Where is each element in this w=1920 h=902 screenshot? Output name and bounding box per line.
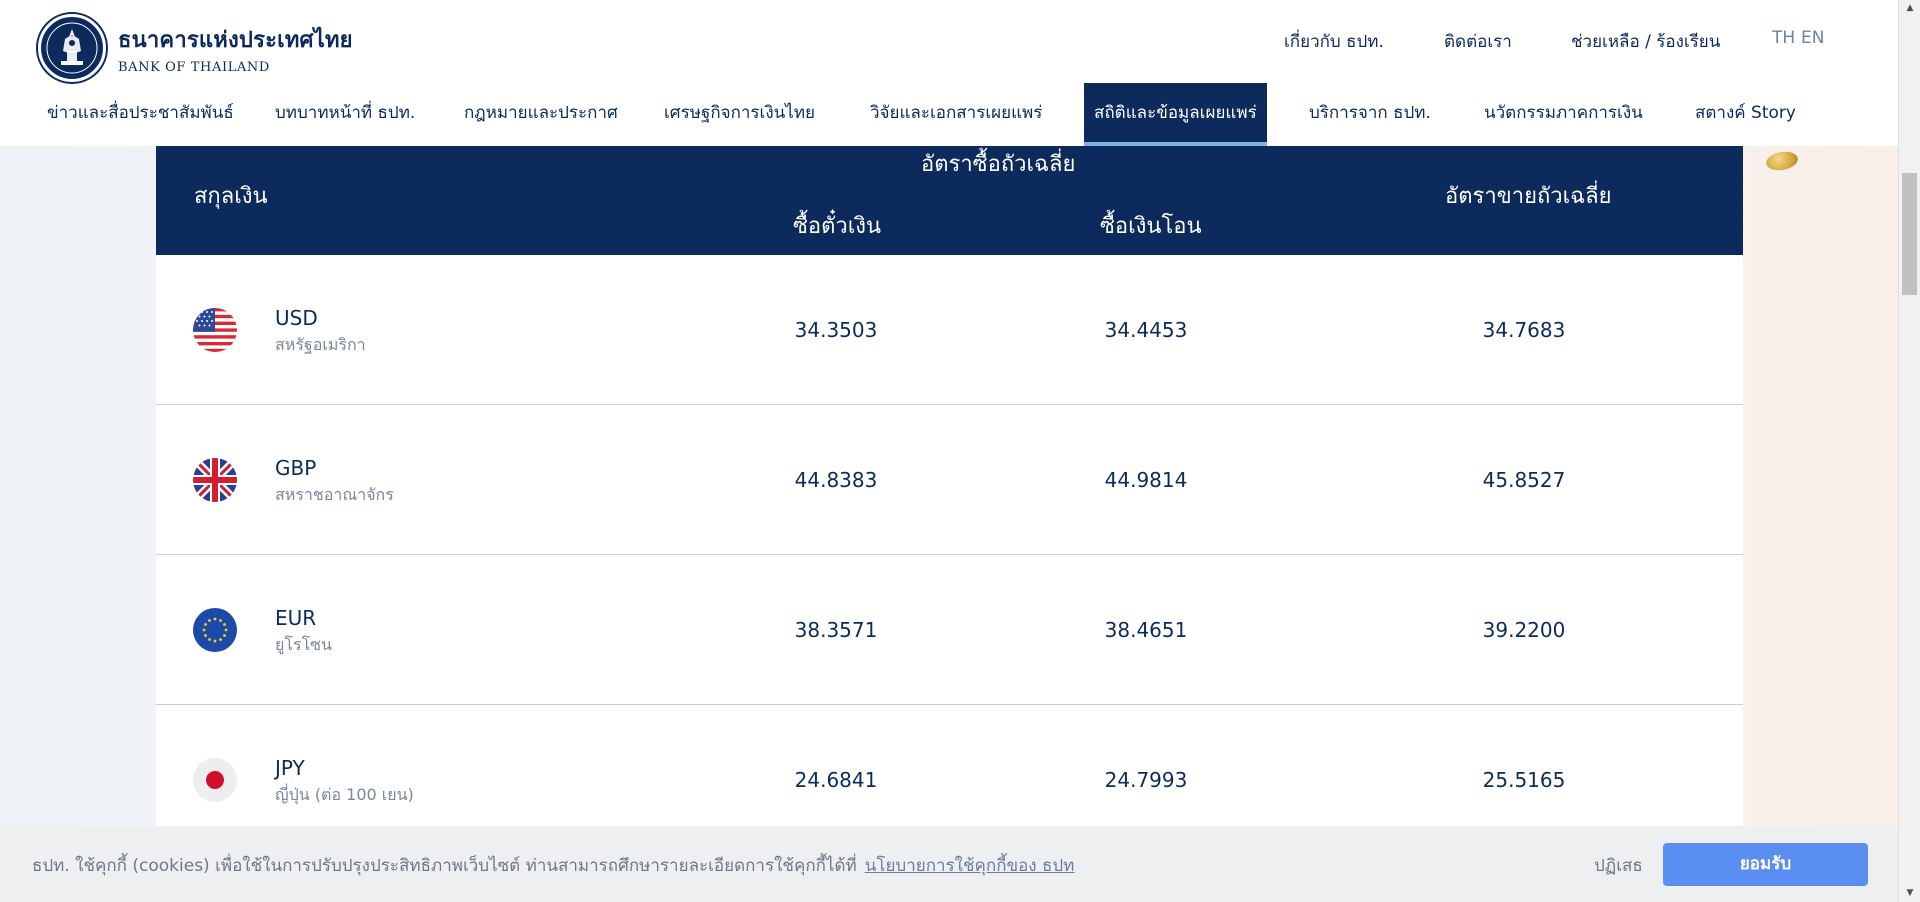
top-link-about[interactable]: เกี่ยวกับ ธปท. — [1284, 28, 1384, 55]
currency-code: USD — [275, 306, 318, 330]
transfer-rate: 44.9814 — [1104, 468, 1188, 492]
header-avg-selling: อัตราขายถัวเฉลี่ย — [1445, 184, 1612, 209]
header-currency: สกุลเงิน — [194, 184, 268, 209]
lang-th-link[interactable]: TH — [1772, 28, 1795, 48]
selling-rate: 34.7683 — [1482, 318, 1566, 342]
sight-bill-rate: 34.3503 — [794, 318, 878, 342]
eu-flag-icon — [193, 607, 237, 652]
cookie-policy-link[interactable]: นโยบายการใช้คุกกี้ของ ธปท — [865, 856, 1075, 876]
sight-bill-rate: 44.8383 — [794, 468, 878, 492]
main-nav: ข่าวและสื่อประชาสัมพันธ์ บทบาทหน้าที่ ธป… — [0, 83, 1898, 146]
table-row: EUR ยูโรโซน 38.3571 38.4651 39.2200 — [156, 555, 1743, 705]
table-header: สกุลเงิน อัตราซื้อถัวเฉลี่ย ซื้อตั๋วเงิน… — [156, 146, 1743, 255]
currency-code: EUR — [275, 606, 317, 630]
top-link-contact[interactable]: ติดต่อเรา — [1444, 28, 1512, 55]
transfer-rate: 24.7993 — [1104, 768, 1188, 792]
currency-name: สหราชอาณาจักร — [275, 485, 394, 504]
logo-english-text: BANK OF THAILAND — [118, 59, 270, 75]
header-avg-buying: อัตราซื้อถัวเฉลี่ย — [921, 152, 1076, 177]
nav-item-economy[interactable]: เศรษฐกิจการเงินไทย — [664, 83, 815, 143]
cookie-decline-button[interactable]: ปฏิเสธ — [1594, 852, 1643, 879]
table-row: GBP สหราชอาณาจักร 44.8383 44.9814 45.852… — [156, 405, 1743, 555]
transfer-rate: 34.4453 — [1104, 318, 1188, 342]
currency-code: JPY — [275, 756, 305, 780]
bot-logo[interactable]: ธนาคารแห่งประเทศไทย BANK OF THAILAND — [38, 14, 353, 82]
nav-item-research[interactable]: วิจัยและเอกสารเผยแพร่ — [870, 83, 1042, 143]
nav-item-innovation[interactable]: นวัตกรรมภาคการเงิน — [1484, 83, 1643, 143]
currency-name: ยูโรโซน — [275, 635, 332, 654]
selling-rate: 45.8527 — [1482, 468, 1566, 492]
top-link-help[interactable]: ช่วยเหลือ / ร้องเรียน — [1571, 28, 1720, 55]
selling-rate: 39.2200 — [1482, 618, 1566, 642]
cookie-banner: ธปท. ใช้คุกกี้ (cookies) เพื่อใช้ในการปร… — [0, 826, 1898, 902]
jp-flag-icon — [193, 758, 237, 802]
us-flag-icon — [193, 307, 237, 352]
nav-item-services[interactable]: บริการจาก ธปท. — [1309, 83, 1431, 143]
cookie-message: ธปท. ใช้คุกกี้ (cookies) เพื่อใช้ในการปร… — [32, 852, 1074, 879]
exchange-rate-table: สกุลเงิน อัตราซื้อถัวเฉลี่ย ซื้อตั๋วเงิน… — [156, 146, 1743, 826]
bot-emblem-icon — [38, 14, 106, 82]
scroll-up-icon[interactable]: ▲ — [1899, 0, 1920, 17]
sight-bill-rate: 24.6841 — [794, 768, 878, 792]
currency-name: สหรัฐอเมริกา — [275, 335, 366, 354]
sight-bill-rate: 38.3571 — [794, 618, 878, 642]
logo-thai-text: ธนาคารแห่งประเทศไทย — [118, 27, 353, 53]
nav-item-news[interactable]: ข่าวและสื่อประชาสัมพันธ์ — [47, 83, 234, 143]
site-header: ธนาคารแห่งประเทศไทย BANK OF THAILAND เกี… — [0, 0, 1898, 146]
transfer-rate: 38.4651 — [1104, 618, 1188, 642]
page-scrollbar[interactable]: ▲ ▼ — [1898, 0, 1920, 902]
currency-code: GBP — [275, 456, 317, 480]
cookie-text: ธปท. ใช้คุกกี้ (cookies) เพื่อใช้ในการปร… — [32, 856, 857, 876]
selling-rate: 25.5165 — [1482, 768, 1566, 792]
nav-item-satang-story[interactable]: สตางค์ Story — [1695, 83, 1796, 143]
cookie-accept-button[interactable]: ยอมรับ — [1663, 843, 1868, 886]
header-transfer: ซื้อเงินโอน — [1100, 214, 1202, 239]
coin-decoration-icon — [1764, 149, 1800, 173]
scroll-down-icon[interactable]: ▼ — [1899, 885, 1920, 902]
nav-item-roles[interactable]: บทบาทหน้าที่ ธปท. — [275, 83, 415, 143]
header-sight-bill: ซื้อตั๋วเงิน — [793, 214, 882, 239]
nav-item-laws[interactable]: กฎหมายและประกาศ — [464, 83, 618, 143]
uk-flag-icon — [193, 457, 237, 502]
table-row: USD สหรัฐอเมริกา 34.3503 34.4453 34.7683 — [156, 255, 1743, 405]
lang-en-link[interactable]: EN — [1801, 28, 1824, 48]
currency-name: ญี่ปุ่น (ต่อ 100 เยน) — [275, 785, 414, 804]
scroll-thumb[interactable] — [1902, 173, 1917, 295]
nav-item-statistics[interactable]: สถิติและข้อมูลเผยแพร่ — [1084, 83, 1267, 146]
